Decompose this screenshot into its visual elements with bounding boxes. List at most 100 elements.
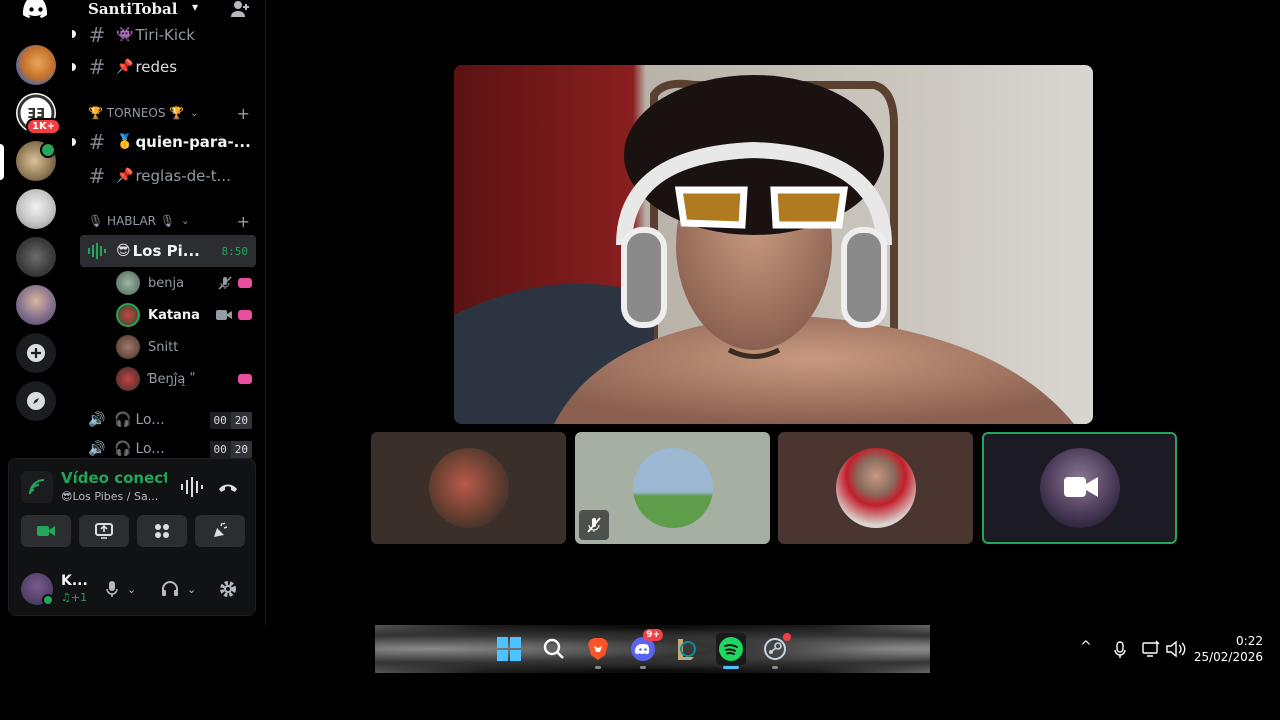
channel-label: redes xyxy=(135,58,178,76)
discord-icon[interactable] xyxy=(22,0,50,18)
camera-button[interactable] xyxy=(21,515,71,547)
chevron-down-icon: ⌄ xyxy=(190,107,199,119)
category-torneos[interactable]: 🏆 TORNEOS 🏆 ⌄ + xyxy=(88,104,260,123)
voice-status-channel[interactable]: 😎Los Pibes / Sa... xyxy=(61,490,171,503)
avatar xyxy=(116,271,140,295)
channel-partial-top[interactable]: # 👾 Tiri-Kick xyxy=(80,20,260,50)
participant-tile[interactable] xyxy=(575,432,770,544)
category-label: 🎙 HABLAR 🎙 xyxy=(88,214,176,228)
participant-tile-self[interactable] xyxy=(982,432,1177,544)
notification-dot xyxy=(783,633,791,641)
voice-channel[interactable]: 🔊 🎧 Lo... 00 20 xyxy=(80,440,260,458)
user-limit-counter: 00 20 xyxy=(209,411,252,429)
start-button[interactable] xyxy=(495,635,523,663)
channel-quien-para[interactable]: # 🥇 quien-para-... xyxy=(80,127,260,157)
hash-icon: # xyxy=(88,130,106,154)
mic-button[interactable]: ⌄ xyxy=(105,575,136,603)
nitro-badge-icon xyxy=(238,374,252,384)
discord-app[interactable]: 9+ xyxy=(629,629,663,669)
avatar xyxy=(116,303,140,327)
user-name[interactable]: K... xyxy=(61,573,88,589)
headphones-button[interactable]: ⌄ xyxy=(161,575,196,603)
nitro-badge-icon xyxy=(238,310,252,320)
brave-app[interactable] xyxy=(584,635,612,669)
screen-share-icon xyxy=(95,523,113,539)
category-hablar[interactable]: 🎙 HABLAR 🎙 ⌄ + xyxy=(88,212,260,231)
online-status-icon xyxy=(42,594,54,606)
compass-icon xyxy=(27,392,45,410)
member-name: benja xyxy=(148,275,185,291)
video-camera-icon xyxy=(1064,477,1098,497)
server-icon-6[interactable] xyxy=(16,285,56,325)
chevron-down-icon[interactable]: ▾ xyxy=(192,0,198,14)
noise-suppression-icon[interactable] xyxy=(179,477,203,497)
network-icon[interactable] xyxy=(1142,640,1160,658)
channel-label: Tiri-Kick xyxy=(135,26,195,44)
add-channel-icon[interactable]: + xyxy=(237,104,250,123)
main-video-stream[interactable] xyxy=(454,65,1093,424)
member-name: Ɓеŋĵą ʺ xyxy=(148,371,196,387)
participant-tile[interactable] xyxy=(371,432,566,544)
server-icon-1[interactable] xyxy=(16,45,56,85)
spotify-app[interactable] xyxy=(716,633,746,669)
add-member-icon[interactable] xyxy=(230,0,250,18)
gear-icon xyxy=(220,581,236,597)
server-icon-4[interactable] xyxy=(16,189,56,229)
activities-button[interactable] xyxy=(137,515,187,547)
server-name[interactable]: SantiTobal xyxy=(88,0,177,18)
voice-member[interactable]: Snitt xyxy=(116,333,256,361)
chevron-down-icon[interactable]: ⌄ xyxy=(127,583,136,596)
server-icon-5[interactable] xyxy=(16,237,56,277)
explore-button[interactable] xyxy=(16,381,56,421)
screen-share-button[interactable] xyxy=(79,515,129,547)
channel-label: quien-para-... xyxy=(135,133,251,151)
voice-member[interactable]: benja xyxy=(116,269,256,297)
voice-status-title[interactable]: Vídeo conectado xyxy=(61,469,167,487)
volume-icon[interactable] xyxy=(1166,640,1186,658)
user-limit: 20 xyxy=(230,440,252,458)
video-camera-icon xyxy=(37,526,55,536)
clock-time: 0:22 xyxy=(1236,634,1263,648)
disconnect-icon[interactable] xyxy=(217,477,239,497)
settings-button[interactable] xyxy=(219,575,237,603)
voice-channel-label: Los Pi... xyxy=(132,242,200,260)
channel-redes[interactable]: # 📌 redes xyxy=(80,52,260,82)
speaker-icon: 🔊 xyxy=(88,441,106,457)
active-indicator xyxy=(723,666,739,669)
channel-reglas[interactable]: # 📌 reglas-de-t... xyxy=(80,161,260,191)
notification-badge: 9+ xyxy=(643,629,663,641)
steam-app[interactable] xyxy=(761,633,791,669)
user-activity-status: ♫+1 xyxy=(61,591,88,604)
medal-icon: 🥇 xyxy=(116,134,134,150)
participant-tile[interactable] xyxy=(778,432,973,544)
webcam-feed xyxy=(454,65,1093,424)
pin-icon: 📌 xyxy=(116,168,134,184)
voice-activity-badge xyxy=(40,142,56,158)
voice-channel-label: Lo... xyxy=(135,441,165,457)
voice-member[interactable]: Ɓеŋĵą ʺ xyxy=(116,365,256,393)
search-button[interactable] xyxy=(540,635,568,663)
chevron-down-icon[interactable]: ⌄ xyxy=(187,583,196,596)
add-server-button[interactable] xyxy=(16,333,56,373)
clock-date: 25/02/2026 xyxy=(1193,650,1263,664)
connection-info-button[interactable] xyxy=(21,471,53,503)
camera-icon xyxy=(216,310,232,320)
league-of-legends-icon xyxy=(678,639,696,660)
mic-muted-icon xyxy=(587,517,601,533)
league-app[interactable] xyxy=(672,635,700,663)
chevron-up-icon[interactable]: ^ xyxy=(1080,639,1092,655)
voice-channel[interactable]: 🔊 🎧 Lo... 00 20 xyxy=(80,405,260,435)
unread-indicator xyxy=(72,138,76,146)
user-limit-counter: 00 20 xyxy=(209,440,252,458)
unread-indicator xyxy=(72,30,76,38)
voice-channel-active[interactable]: 😎 Los Pi... 8:50 xyxy=(80,235,256,267)
soundboard-button[interactable] xyxy=(195,515,245,547)
add-channel-icon[interactable]: + xyxy=(237,212,250,231)
participant-avatar xyxy=(428,448,509,528)
system-clock[interactable]: 0:22 25/02/2026 xyxy=(1194,633,1263,665)
microphone-icon[interactable] xyxy=(1113,641,1127,659)
voice-connected-panel: Vídeo conectado 😎Los Pibes / Sa... K... … xyxy=(8,458,256,616)
category-label: 🏆 TORNEOS 🏆 xyxy=(88,106,185,120)
voice-member[interactable]: Katana xyxy=(116,301,256,329)
selected-server-indicator xyxy=(0,144,4,180)
